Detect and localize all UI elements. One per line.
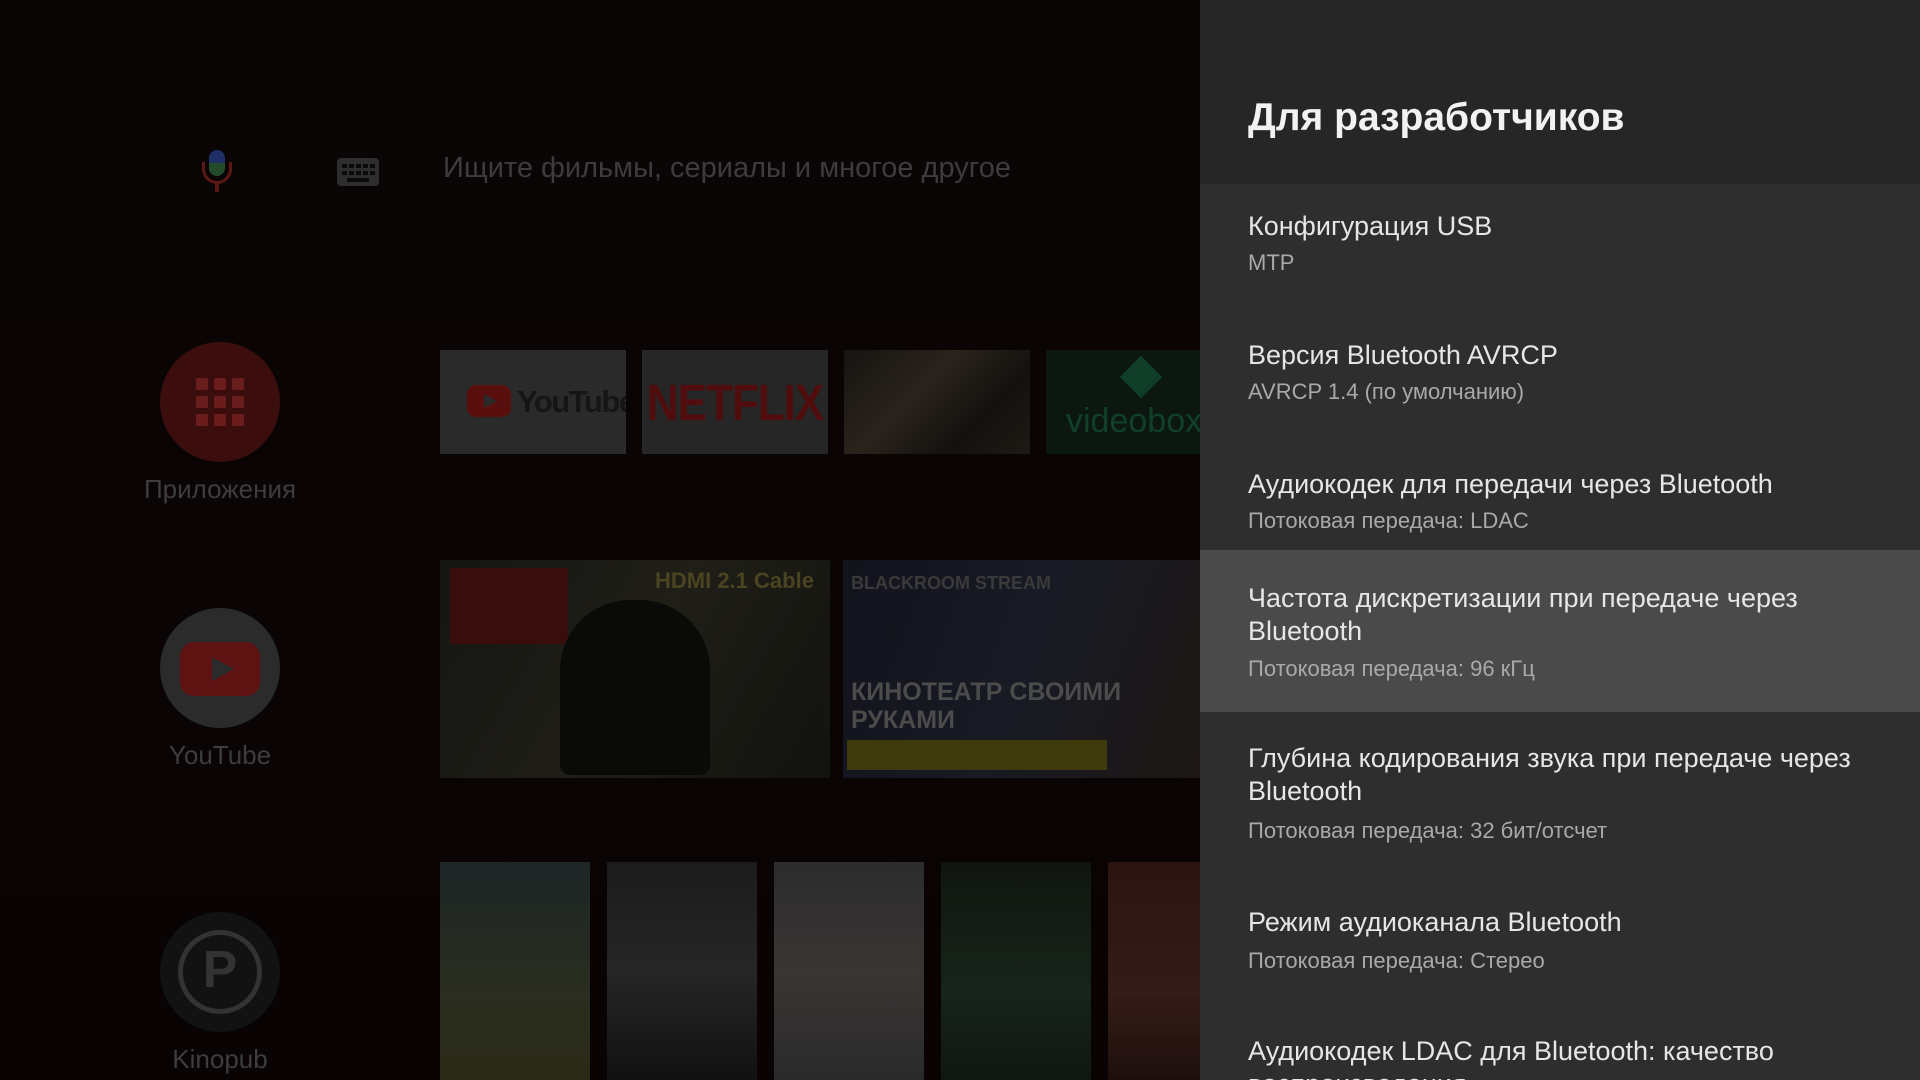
pref-summary: Потоковая передача: 96 кГц — [1248, 656, 1535, 681]
video-thumbnail-kinoteatr[interactable]: BLACKROOM STREAM КИНОТЕАТР СВОИМИ РУКАМИ — [843, 560, 1200, 778]
tile-app-photo[interactable] — [844, 350, 1030, 454]
pref-summary: Потоковая передача: LDAC — [1248, 508, 1529, 533]
videobox-cube-icon — [1119, 355, 1163, 399]
panel-header: Для разработчиков — [1200, 0, 1920, 184]
pref-usb-config[interactable]: Конфигурация USB MTP — [1200, 184, 1920, 313]
sidebar-item-youtube[interactable] — [160, 608, 280, 728]
poster-item[interactable] — [607, 862, 757, 1080]
video-thumbnail-hdmi[interactable]: HDMI 2.1 Cable — [440, 560, 830, 778]
poster-item[interactable] — [941, 862, 1091, 1080]
pref-summary: AVRCP 1.4 (по умолчанию) — [1248, 379, 1525, 404]
pref-title: Конфигурация USB — [1248, 211, 1493, 241]
search-input[interactable]: Ищите фильмы, сериалы и многое другое — [443, 152, 1011, 185]
pref-title: Глубина кодирования звука при передаче ч… — [1248, 743, 1851, 806]
apps-button[interactable] — [160, 342, 280, 462]
sidebar-item-kinopub-label: Kinopub — [172, 1044, 268, 1074]
keyboard-icon[interactable] — [337, 158, 379, 186]
poster-item[interactable] — [440, 862, 590, 1080]
pref-ldac-quality[interactable]: Аудиокодек LDAC для Bluetooth: качество … — [1200, 1003, 1920, 1080]
sidebar-item-kinopub[interactable]: P — [160, 912, 280, 1032]
pref-summary: Потоковая передача: 32 бит/отсчет — [1248, 818, 1608, 843]
pref-bluetooth-sample-rate[interactable]: Частота дискретизации при передаче через… — [1200, 550, 1920, 712]
pref-summary: MTP — [1248, 250, 1295, 275]
pref-title: Режим аудиоканала Bluetooth — [1248, 907, 1622, 937]
pref-title: Аудиокодек для передачи через Bluetooth — [1248, 469, 1773, 499]
tile-netflix[interactable]: NETFLIX — [642, 350, 828, 454]
pref-title: Версия Bluetooth AVRCP — [1248, 340, 1558, 370]
sidebar-item-youtube-label: YouTube — [168, 740, 272, 770]
page-title: Для разработчиков — [1248, 96, 1625, 139]
youtube-icon — [180, 642, 260, 696]
apps-grid-icon — [196, 378, 244, 426]
pref-summary: Потоковая передача: Стерео — [1248, 948, 1545, 973]
pref-bluetooth-avrcp[interactable]: Версия Bluetooth AVRCP AVRCP 1.4 (по умо… — [1200, 313, 1920, 442]
youtube-play-icon — [467, 385, 511, 417]
pref-title: Частота дискретизации при передаче через… — [1248, 583, 1798, 646]
sidebar-item-apps-label: Приложения — [143, 474, 297, 504]
tile-videobox[interactable]: videobox — [1046, 350, 1200, 454]
poster-item[interactable] — [1108, 862, 1200, 1080]
pref-bluetooth-bit-depth[interactable]: Глубина кодирования звука при передаче ч… — [1200, 712, 1920, 874]
tile-youtube[interactable]: YouTube — [440, 350, 626, 454]
developer-options-panel: Для разработчиков Конфигурация USB MTP В… — [1200, 0, 1920, 1080]
poster-item[interactable] — [774, 862, 924, 1080]
mic-icon[interactable] — [200, 150, 234, 194]
launcher-background: Ищите фильмы, сериалы и многое другое Пр… — [0, 0, 1200, 1080]
pref-bluetooth-codec[interactable]: Аудиокодек для передачи через Bluetooth … — [1200, 442, 1920, 550]
pref-bluetooth-channel-mode[interactable]: Режим аудиоканала Bluetooth Потоковая пе… — [1200, 874, 1920, 1003]
pref-title: Аудиокодек LDAC для Bluetooth: качество … — [1248, 1036, 1774, 1080]
